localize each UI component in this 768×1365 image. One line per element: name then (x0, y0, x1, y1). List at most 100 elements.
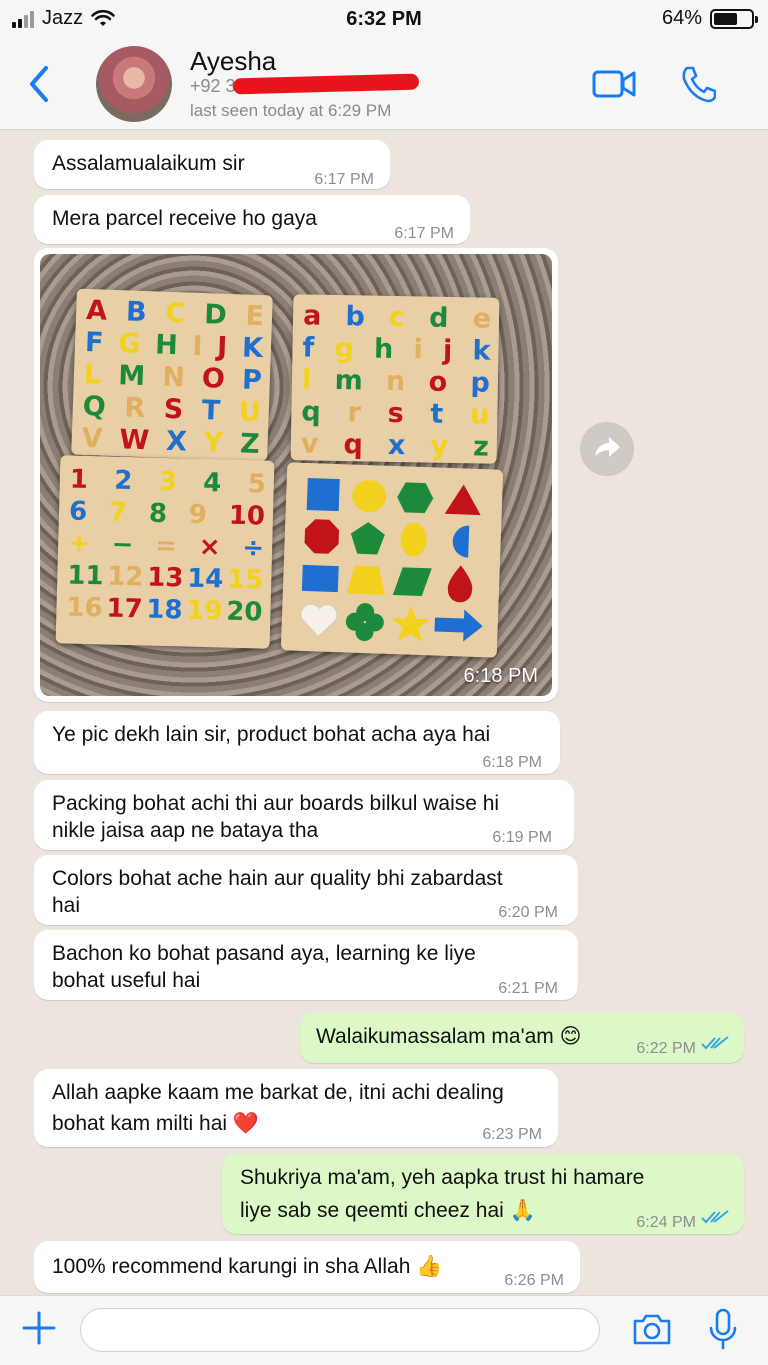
lowercase-letter-row: qrstu (301, 396, 490, 431)
uppercase-letter-glyph: V (81, 422, 104, 455)
last-seen-status: last seen today at 6:29 PM (190, 101, 392, 120)
uppercase-letter-glyph: F (84, 326, 105, 359)
battery-percent: 64% (661, 7, 702, 29)
number-glyph: 2 (113, 465, 133, 497)
lowercase-letter-glyph: l (301, 364, 312, 396)
message-time: 6:24 PM (636, 1214, 696, 1231)
semicircle-shape (452, 525, 470, 558)
video-call-icon[interactable] (592, 68, 636, 100)
uppercase-letter-glyph: Z (239, 428, 261, 461)
message-time: 6:17 PM (314, 171, 374, 188)
redaction-mark (232, 73, 420, 95)
microphone-icon[interactable] (708, 1308, 738, 1350)
uppercase-letter-glyph: J (216, 331, 228, 363)
triangle-shape (444, 484, 481, 516)
message-input-bar (0, 1295, 768, 1365)
number-row: + − = × ÷ (68, 527, 265, 564)
pentagon-shape (350, 522, 385, 555)
number-glyph: − (111, 529, 134, 561)
lowercase-letter-glyph: q (343, 429, 364, 461)
shared-photo[interactable]: ABCDEFGHIJKLMNOPQRSTUVWXYZ abcdefghijklm… (40, 254, 552, 696)
lowercase-letter-glyph: c (388, 301, 406, 334)
uppercase-letter-glyph: N (161, 361, 186, 394)
number-glyph: 1 (69, 464, 89, 495)
message-text-line2: liye sab se qeemti cheez hai 🙏 (240, 1199, 536, 1222)
back-chevron-icon[interactable] (24, 64, 54, 104)
lowercase-letter-glyph: k (472, 335, 491, 367)
uppercase-letter-glyph: E (245, 300, 265, 333)
message-bubble-incoming[interactable]: Colors bohat ache hain aur quality bhi z… (34, 855, 578, 925)
lowercase-letter-glyph: v (300, 428, 319, 460)
message-text-line1: Bachon ko bohat pasand aya, learning ke … (52, 942, 476, 965)
numbers-board: 1 2 3 4 5 6 7 8 9 10 + − = × ÷ 11 12 13 14 15 16 17 18 19 20 (55, 455, 275, 649)
lowercase-letter-glyph: b (345, 301, 366, 333)
camera-icon[interactable] (632, 1312, 672, 1346)
message-bubble-incoming[interactable]: Ye pic dekh lain sir, product bohat acha… (34, 711, 560, 774)
heart-shape (300, 603, 338, 638)
message-text: Walaikumassalam ma'am 😊 (316, 1025, 582, 1048)
uppercase-letter-row: VWXYZ (81, 423, 260, 461)
chat-area[interactable]: Assalamualaikum sir 6:17 PM Mera parcel … (0, 131, 768, 1295)
message-bubble-incoming[interactable]: Assalamualaikum sir 6:17 PM (34, 140, 390, 189)
contact-phone: +92 3 (190, 76, 236, 96)
phone-call-icon[interactable] (680, 65, 716, 103)
message-bubble-incoming[interactable]: Bachon ko bohat pasand aya, learning ke … (34, 930, 578, 1000)
oval-shape (400, 522, 427, 557)
rectangle-shape (301, 564, 339, 593)
message-text-line1: Allah aapke kaam me barkat de, itni achi… (52, 1081, 504, 1104)
lowercase-letter-glyph: i (413, 334, 424, 366)
uppercase-letter-glyph: K (241, 332, 264, 365)
read-receipt-icon (701, 1036, 729, 1050)
message-time: 6:21 PM (498, 980, 558, 997)
message-time: 6:20 PM (498, 904, 558, 921)
photo-time: 6:18 PM (463, 665, 538, 687)
uppercase-letter-glyph: Q (82, 390, 107, 423)
message-text: 100% recommend karungi in sha Allah 👍 (52, 1255, 443, 1278)
trapezoid-shape (346, 565, 385, 595)
message-input[interactable] (80, 1308, 600, 1352)
chat-header: Ayesha +92 3 last seen today at 6:29 PM (0, 38, 768, 130)
contact-avatar[interactable] (96, 46, 172, 122)
lowercase-letter-row: lmnop (302, 364, 491, 399)
photo-message[interactable]: ABCDEFGHIJKLMNOPQRSTUVWXYZ abcdefghijklm… (34, 248, 558, 702)
battery-icon (710, 8, 758, 29)
status-time: 6:32 PM (346, 8, 422, 30)
contact-name[interactable]: Ayesha (190, 46, 276, 77)
number-glyph: + (67, 528, 91, 560)
number-glyph: 4 (202, 467, 222, 499)
message-bubble-incoming[interactable]: 100% recommend karungi in sha Allah 👍 6:… (34, 1241, 580, 1293)
lowercase-letter-glyph: h (373, 333, 394, 365)
lowercase-letter-row: abcde (303, 300, 492, 335)
uppercase-letter-glyph: L (83, 358, 102, 391)
plus-icon[interactable] (22, 1311, 56, 1345)
message-bubble-outgoing[interactable]: Walaikumassalam ma'am 😊 6:22 PM (300, 1013, 744, 1063)
message-bubble-outgoing[interactable]: Shukriya ma'am, yeh aapka trust hi hamar… (222, 1154, 744, 1234)
lowercase-letter-glyph: z (472, 431, 490, 463)
number-glyph: 9 (188, 499, 208, 531)
message-time: 6:23 PM (482, 1126, 542, 1143)
message-bubble-incoming[interactable]: Mera parcel receive ho gaya 6:17 PM (34, 195, 470, 244)
number-row: 6 7 8 9 10 (69, 495, 266, 532)
uppercase-letter-glyph: X (165, 425, 188, 458)
message-time: 6:26 PM (504, 1272, 564, 1289)
number-glyph: 3 (158, 466, 178, 498)
uppercase-letter-glyph: D (203, 299, 228, 331)
uppercase-letter-glyph: C (164, 297, 186, 330)
lowercase-letter-glyph: f (302, 332, 315, 364)
message-text-line2: nikle jaisa aap ne bataya tha (52, 819, 319, 842)
uppercase-letter-glyph: H (154, 329, 179, 362)
message-text: Assalamualaikum sir (52, 152, 245, 175)
number-glyph: × (198, 531, 221, 563)
uppercase-letter-glyph: R (123, 392, 146, 425)
uppercase-letter-glyph: Y (203, 427, 224, 459)
message-text-line2: bohat useful hai (52, 969, 201, 992)
message-bubble-incoming[interactable]: Packing bohat achi thi aur boards bilkul… (34, 780, 574, 850)
forward-icon[interactable] (580, 422, 634, 476)
number-glyph: 7 (108, 497, 128, 528)
number-glyph: ÷ (241, 533, 265, 564)
number-row: 11 12 13 14 15 (67, 559, 264, 596)
message-bubble-incoming[interactable]: Allah aapke kaam me barkat de, itni achi… (34, 1069, 558, 1147)
message-text-line2: bohat kam milti hai ❤️ (52, 1112, 260, 1135)
number-row: 12345 (69, 463, 266, 500)
number-glyph: 14 (186, 563, 224, 595)
